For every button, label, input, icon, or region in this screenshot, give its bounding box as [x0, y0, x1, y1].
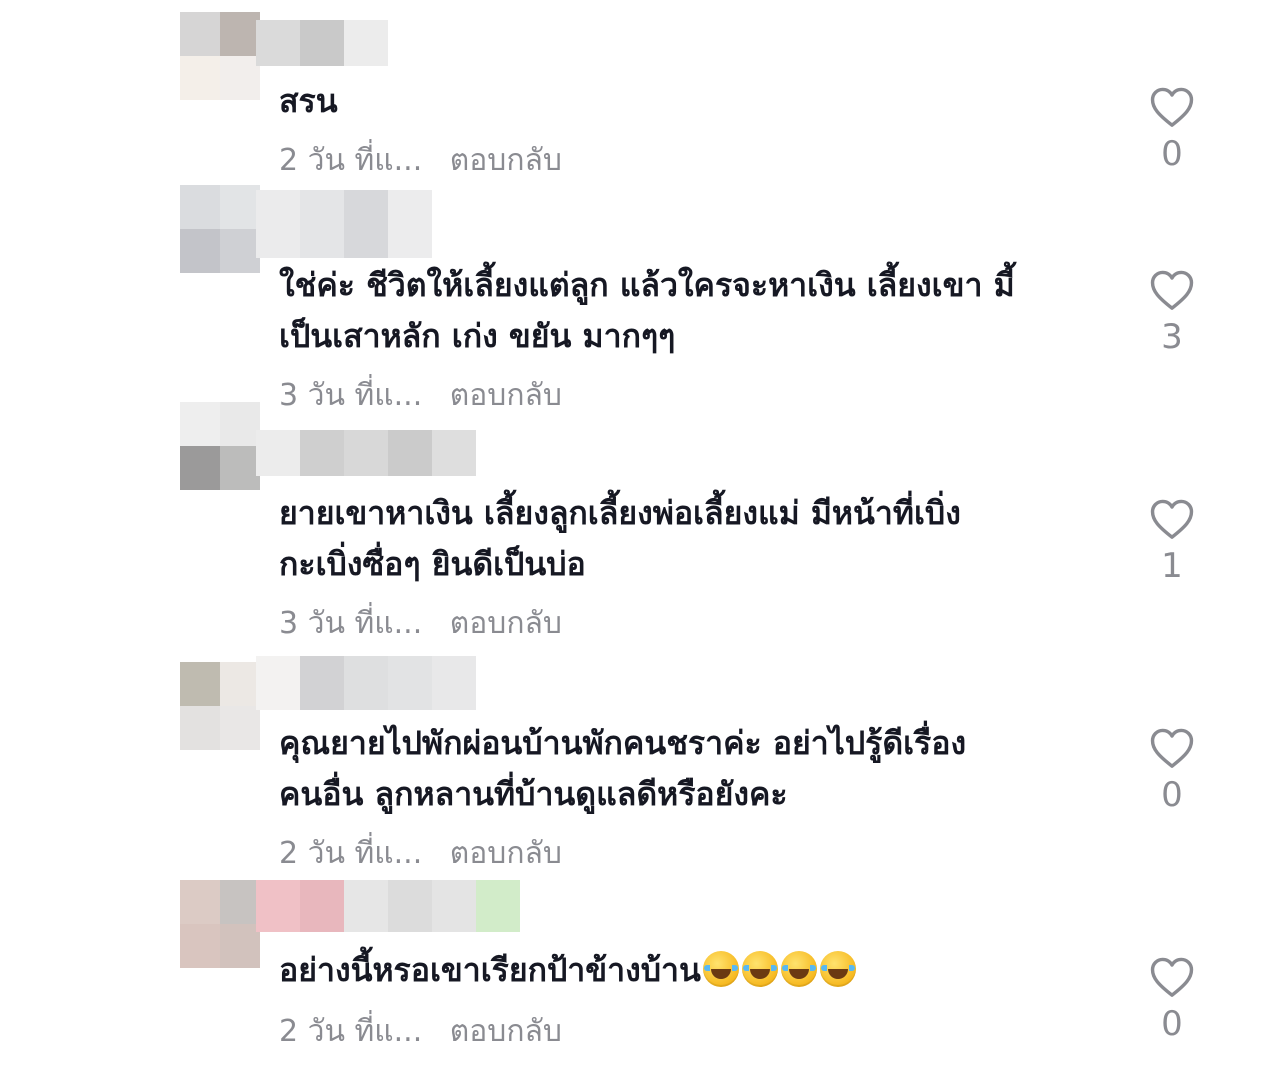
emoji-group — [702, 951, 859, 987]
face-with-tears-of-joy-icon — [819, 951, 856, 987]
comment-time: 2 วัน ที่แ... — [279, 143, 423, 178]
username-blurred[interactable] — [256, 20, 388, 66]
comment-text: อย่างนี้หรอเขาเรียกป้าข้างบ้าน — [279, 945, 1109, 996]
like-button[interactable]: 3 — [1146, 269, 1198, 357]
avatar[interactable] — [180, 185, 260, 273]
avatar[interactable] — [180, 880, 260, 968]
avatar[interactable] — [180, 402, 260, 490]
reply-button[interactable]: ตอบกลับ — [450, 143, 562, 178]
comment-meta: 3 วัน ที่แ... ตอบกลับ — [279, 376, 562, 416]
username-blurred[interactable] — [256, 430, 476, 476]
comment-text: คุณยายไปพักผ่อนบ้านพักคนชราค่ะ อย่าไปรู้… — [279, 724, 967, 813]
comment-time: 3 วัน ที่แ... — [279, 606, 423, 641]
face-with-tears-of-joy-icon — [741, 951, 778, 987]
avatar[interactable] — [180, 12, 260, 100]
like-count: 0 — [1161, 1004, 1183, 1044]
comment-text-content: อย่างนี้หรอเขาเรียกป้าข้างบ้าน — [279, 951, 701, 989]
comment-meta: 2 วัน ที่แ... ตอบกลับ — [279, 141, 562, 181]
comment-time: 2 วัน ที่แ... — [279, 1014, 423, 1049]
heart-outline-icon — [1150, 87, 1194, 127]
comment-text: ใช่ค่ะ ชีวิตให้เลี้ยงแต่ลูก แล้วใครจะหาเ… — [279, 266, 1015, 355]
comment-meta: 2 วัน ที่แ... ตอบกลับ — [279, 1012, 562, 1052]
avatar[interactable] — [180, 662, 260, 750]
reply-button[interactable]: ตอบกลับ — [450, 1014, 562, 1049]
like-button[interactable]: 0 — [1146, 956, 1198, 1044]
comment-meta: 3 วัน ที่แ... ตอบกลับ — [279, 604, 562, 644]
heart-outline-icon — [1150, 270, 1194, 310]
username-blurred[interactable] — [256, 190, 432, 258]
like-count: 3 — [1161, 317, 1183, 357]
username-blurred[interactable] — [256, 880, 520, 932]
face-with-tears-of-joy-icon — [780, 951, 817, 987]
comment-text: สรน — [279, 82, 338, 120]
like-count: 0 — [1161, 134, 1183, 174]
heart-outline-icon — [1150, 728, 1194, 768]
comment-time: 2 วัน ที่แ... — [279, 836, 423, 871]
like-count: 1 — [1161, 546, 1183, 586]
reply-button[interactable]: ตอบกลับ — [450, 606, 562, 641]
face-with-tears-of-joy-icon — [702, 951, 739, 987]
like-count: 0 — [1161, 775, 1183, 815]
like-button[interactable]: 0 — [1146, 727, 1198, 815]
reply-button[interactable]: ตอบกลับ — [450, 378, 562, 413]
username-blurred[interactable] — [256, 656, 476, 710]
comment-text: ยายเขาหาเงิน เลี้ยงลูกเลี้ยงพ่อเลี้ยงแม่… — [279, 494, 961, 583]
like-button[interactable]: 0 — [1146, 86, 1198, 174]
comment-time: 3 วัน ที่แ... — [279, 378, 423, 413]
like-button[interactable]: 1 — [1146, 498, 1198, 586]
comment-meta: 2 วัน ที่แ... ตอบกลับ — [279, 834, 562, 874]
reply-button[interactable]: ตอบกลับ — [450, 836, 562, 871]
heart-outline-icon — [1150, 499, 1194, 539]
heart-outline-icon — [1150, 957, 1194, 997]
